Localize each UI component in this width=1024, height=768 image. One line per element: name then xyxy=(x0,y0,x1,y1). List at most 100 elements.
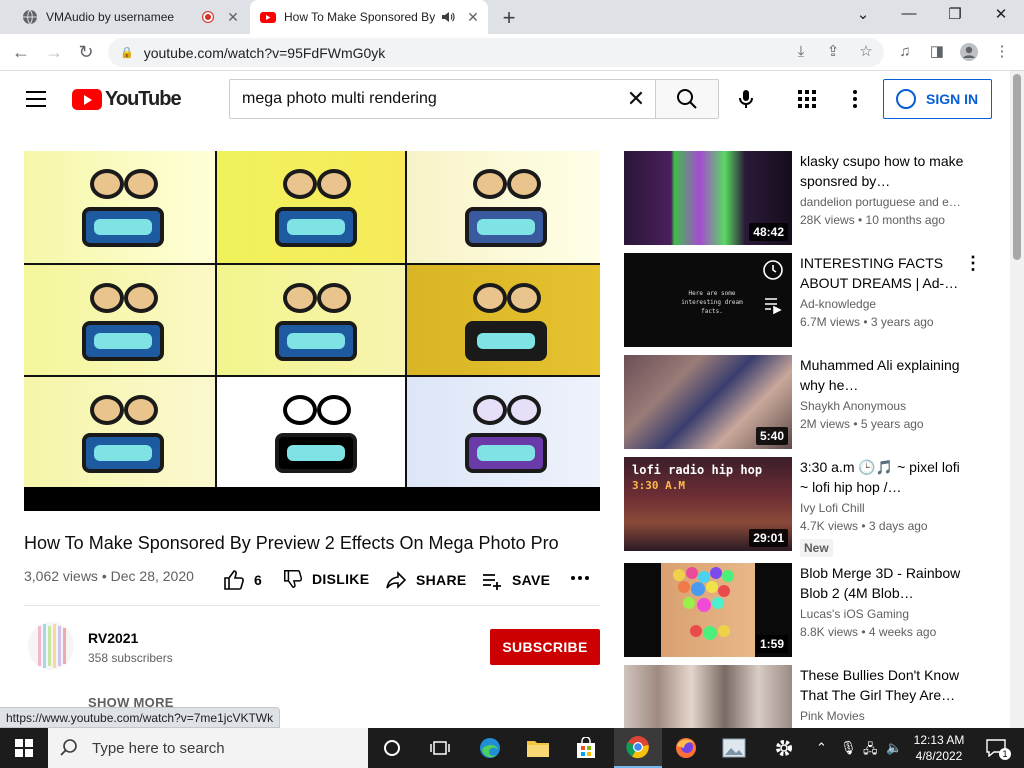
voice-search-button[interactable] xyxy=(732,85,760,113)
taskbar-clock[interactable]: 12:13 AM 4/8/2022 xyxy=(905,732,973,764)
task-view-button[interactable] xyxy=(416,728,464,768)
recommendation-channel[interactable]: Shaykh Anonymous xyxy=(800,399,970,413)
add-to-queue-icon[interactable] xyxy=(762,293,784,315)
clear-search-icon[interactable]: ✕ xyxy=(624,87,648,111)
recommendation-channel[interactable]: Lucas's iOS Gaming xyxy=(800,607,970,621)
media-controls-icon[interactable]: ♫ xyxy=(895,42,915,62)
folder-icon xyxy=(527,741,549,757)
search-button[interactable] xyxy=(655,79,719,119)
thumbnail-caption: lofi radio hip hop xyxy=(632,463,763,477)
subscriber-count: 358 subscribers xyxy=(88,651,173,665)
recommendation-channel[interactable]: Pink Movies xyxy=(800,709,970,723)
recommendation-title[interactable]: klasky csupo how to make sponsred by… xyxy=(800,151,970,191)
video-thumbnail[interactable]: 1:59 xyxy=(624,563,792,657)
chrome-app-button[interactable] xyxy=(614,728,662,768)
network-icon[interactable]: 🖧 xyxy=(863,740,878,762)
watch-later-icon[interactable] xyxy=(762,259,784,281)
photos-app-button[interactable] xyxy=(710,728,758,768)
recommendation-channel[interactable]: Ad-knowledge xyxy=(800,297,970,311)
youtube-favicon-icon xyxy=(260,12,276,23)
duration-badge: 48:42 xyxy=(749,223,788,241)
apps-grid-icon[interactable] xyxy=(796,88,818,110)
recommendation-item[interactable]: These Bullies Don't Know That The Girl T… xyxy=(624,665,984,728)
like-button[interactable]: 6 xyxy=(222,568,262,592)
back-button[interactable]: ← xyxy=(9,40,33,64)
browser-menu-icon[interactable]: ⋮ xyxy=(992,42,1012,62)
bookmark-star-icon[interactable]: ☆ xyxy=(856,42,876,62)
video-thumbnail[interactable]: 5:40 xyxy=(624,355,792,449)
share-button[interactable]: SHARE xyxy=(384,568,467,592)
dislike-button[interactable]: DISLIKE xyxy=(282,568,369,590)
video-thumbnail[interactable]: 48:42 xyxy=(624,151,792,245)
forward-button[interactable]: → xyxy=(42,40,66,64)
settings-menu-icon[interactable] xyxy=(844,88,866,110)
audio-playing-icon[interactable] xyxy=(440,9,456,25)
tab-youtube[interactable]: How To Make Sponsored By ✕ xyxy=(250,0,488,34)
video-thumbnail[interactable]: Here are some interesting dream facts. xyxy=(624,253,792,347)
show-hidden-icons-icon[interactable]: ⌃ xyxy=(816,740,827,756)
channel-name[interactable]: RV2021 xyxy=(88,630,138,646)
install-app-icon[interactable]: ⤓ xyxy=(791,42,811,62)
video-cell xyxy=(24,151,215,263)
file-explorer-button[interactable] xyxy=(514,728,562,768)
scrollbar-thumb[interactable] xyxy=(1013,74,1021,260)
youtube-logo[interactable]: YouTube xyxy=(72,88,182,111)
close-tab-icon[interactable]: ✕ xyxy=(464,9,482,26)
channel-avatar[interactable] xyxy=(28,622,74,670)
recommendation-title[interactable]: 3:30 a.m 🕒🎵 ~ pixel lofi ~ lofi hip hop … xyxy=(800,457,970,497)
recommendation-meta: 8.8K views • 4 weeks ago xyxy=(800,625,937,639)
restore-button[interactable]: ❐ xyxy=(942,5,968,23)
microphone-tray-icon[interactable]: 🎙 xyxy=(840,740,857,756)
recommendation-item[interactable]: 48:42 klasky csupo how to make sponsred … xyxy=(624,151,984,247)
side-panel-icon[interactable]: ◨ xyxy=(927,42,947,62)
recommendation-title[interactable]: These Bullies Don't Know That The Girl T… xyxy=(800,665,970,705)
video-player[interactable] xyxy=(24,151,600,511)
new-tab-button[interactable]: + xyxy=(498,5,520,31)
volume-icon[interactable]: 🔈 xyxy=(886,740,902,756)
more-horizontal-icon xyxy=(571,576,589,580)
video-thumbnail[interactable]: lofi radio hip hop 3:30 A.M 29:01 xyxy=(624,457,792,551)
close-tab-icon[interactable]: ✕ xyxy=(224,9,242,26)
action-menu-icon[interactable]: ⋮ xyxy=(964,254,982,272)
cortana-button[interactable] xyxy=(368,728,416,768)
video-thumbnail[interactable] xyxy=(624,665,792,728)
thumbnail-time: 3:30 A.M xyxy=(632,479,685,492)
store-app-button[interactable] xyxy=(562,728,610,768)
profile-icon[interactable] xyxy=(959,42,979,62)
channel-avatar-image xyxy=(38,624,66,668)
settings-app-button[interactable] xyxy=(760,728,808,768)
recommendation-item[interactable]: 1:59 Blob Merge 3D - Rainbow Blob 2 (4M … xyxy=(624,563,984,659)
search-input[interactable]: mega photo multi rendering xyxy=(229,79,656,119)
recommendation-item[interactable]: 5:40 Muhammed Ali explaining why he… Sha… xyxy=(624,355,984,451)
new-badge: New xyxy=(800,539,833,557)
recommendation-item[interactable]: lofi radio hip hop 3:30 A.M 29:01 3:30 a… xyxy=(624,457,984,557)
address-bar[interactable]: 🔒 youtube.com/watch?v=95FdFWmG0yk xyxy=(108,38,884,67)
taskbar-search-box[interactable]: Type here to search xyxy=(48,728,368,768)
edge-app-button[interactable] xyxy=(466,728,514,768)
start-button[interactable] xyxy=(0,728,48,768)
tab-search-icon[interactable]: ⌄ xyxy=(850,5,876,23)
subscribe-button[interactable]: SUBSCRIBE xyxy=(490,629,600,665)
recommendation-channel[interactable]: Ivy Lofi Chill xyxy=(800,501,970,515)
reload-button[interactable]: ↻ xyxy=(74,40,98,64)
sign-in-button[interactable]: SIGN IN xyxy=(883,79,992,119)
cortana-icon xyxy=(384,740,400,756)
windows-taskbar: Type here to search ⌃ 🎙 🖧 🔈 12:13 AM 4/8… xyxy=(0,728,1024,768)
tab-title: VMAudio by usernamee xyxy=(46,10,175,24)
recommendation-title[interactable]: INTERESTING FACTS ABOUT DREAMS | Ad-… xyxy=(800,253,970,293)
hamburger-menu-icon[interactable] xyxy=(26,91,46,107)
more-actions-button[interactable] xyxy=(570,568,598,588)
tab-vmaudio[interactable]: VMAudio by usernamee ✕ xyxy=(8,0,248,34)
recommendation-channel[interactable]: dandelion portuguese and e… xyxy=(800,195,970,209)
recommendation-title[interactable]: Blob Merge 3D - Rainbow Blob 2 (4M Blob… xyxy=(800,563,970,603)
thumbs-up-icon xyxy=(224,570,244,590)
clock-date: 4/8/2022 xyxy=(915,749,963,763)
firefox-app-button[interactable] xyxy=(662,728,710,768)
save-button[interactable]: SAVE xyxy=(480,568,550,592)
close-window-button[interactable]: ✕ xyxy=(988,5,1014,23)
minimize-button[interactable]: — xyxy=(896,5,922,22)
recommendation-item[interactable]: Here are some interesting dream facts. I… xyxy=(624,253,984,349)
recommendation-title[interactable]: Muhammed Ali explaining why he… xyxy=(800,355,970,395)
notification-center-button[interactable]: 1 xyxy=(976,728,1016,768)
share-page-icon[interactable]: ⇪ xyxy=(823,42,843,62)
